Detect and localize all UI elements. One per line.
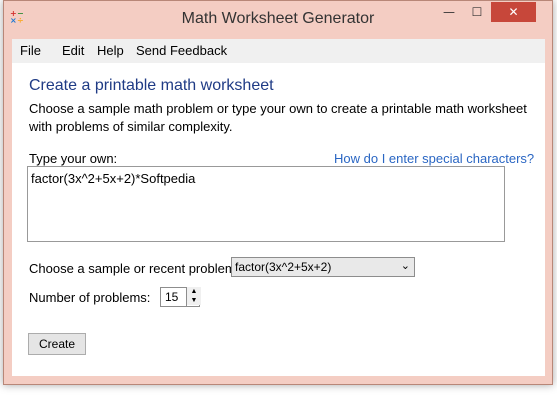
create-button[interactable]: Create (28, 333, 86, 355)
number-of-problems-label: Number of problems: (29, 290, 151, 305)
menu-edit[interactable]: Edit (62, 43, 84, 58)
spin-down-icon[interactable]: ▼ (187, 296, 201, 305)
menu-bar: File Edit Help Send Feedback (12, 39, 545, 63)
title-bar[interactable]: + − × ÷ Math Worksheet Generator — ☐ ✕ (4, 1, 552, 39)
spin-up-icon[interactable]: ▲ (187, 287, 201, 296)
maximize-button[interactable]: ☐ (464, 2, 490, 22)
app-window: + − × ÷ Math Worksheet Generator — ☐ ✕ F… (3, 0, 553, 385)
menu-help[interactable]: Help (97, 43, 124, 58)
chevron-down-icon: ⌄ (400, 260, 410, 272)
page-title: Create a printable math worksheet (29, 77, 274, 94)
sample-problem-label: Choose a sample or recent problem: (29, 261, 240, 276)
number-of-problems-value: 15 (165, 290, 179, 304)
menu-file[interactable]: File (20, 43, 41, 58)
special-characters-help-link[interactable]: How do I enter special characters? (334, 151, 534, 166)
type-your-own-label: Type your own: (29, 151, 118, 166)
minimize-button[interactable]: — (436, 2, 462, 22)
close-button[interactable]: ✕ (491, 2, 536, 22)
number-of-problems-stepper[interactable]: 15 ▲ ▼ (160, 287, 201, 307)
description-text: Choose a sample math problem or type you… (29, 101, 527, 134)
sample-problem-select[interactable]: factor(3x^2+5x+2) ⌄ (231, 257, 415, 277)
spin-buttons: ▲ ▼ (186, 287, 201, 307)
sample-selected-value: factor(3x^2+5x+2) (235, 260, 332, 274)
menu-send-feedback[interactable]: Send Feedback (136, 43, 227, 58)
problem-input[interactable]: factor(3x^2+5x+2)*Softpedia (27, 166, 505, 242)
main-panel: Create a printable math worksheet Choose… (12, 63, 545, 376)
